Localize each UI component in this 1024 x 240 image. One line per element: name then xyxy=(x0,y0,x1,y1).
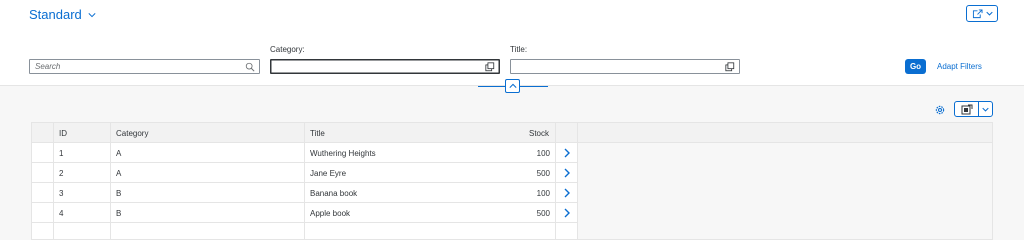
title-field[interactable] xyxy=(510,59,740,74)
cell-stock: 100 xyxy=(536,189,550,198)
cell-id: 2 xyxy=(59,169,64,178)
chevron-up-icon xyxy=(508,83,517,88)
search-icon[interactable] xyxy=(245,62,255,72)
column-header-stock[interactable]: Stock xyxy=(529,129,549,138)
chevron-down-icon xyxy=(985,11,993,16)
category-field[interactable] xyxy=(270,59,500,74)
search-field[interactable] xyxy=(29,59,260,74)
share-button[interactable] xyxy=(966,5,998,22)
chevron-down-icon xyxy=(982,107,989,112)
go-button[interactable]: Go xyxy=(905,59,926,74)
chevron-right-icon[interactable] xyxy=(563,188,571,198)
cell-title: Jane Eyre xyxy=(310,169,347,178)
data-table: ID Category Title Stock 1 A Wuthering He… xyxy=(31,122,993,240)
cell-category: B xyxy=(116,209,122,218)
cell-stock: 100 xyxy=(536,149,550,158)
variant-selector[interactable]: Standard xyxy=(29,7,96,22)
share-icon xyxy=(972,8,982,18)
chevron-right-icon[interactable] xyxy=(563,168,571,178)
cell-category: A xyxy=(116,169,122,178)
variant-title: Standard xyxy=(29,7,82,22)
table-header: ID Category Title Stock xyxy=(32,123,992,143)
chevron-down-icon xyxy=(88,12,96,17)
cell-id: 1 xyxy=(59,149,64,158)
export-main[interactable] xyxy=(955,102,979,116)
cell-category: B xyxy=(116,189,122,198)
cell-id: 3 xyxy=(59,189,64,198)
cell-title: Wuthering Heights xyxy=(310,149,376,158)
column-divider xyxy=(53,123,54,240)
column-divider xyxy=(110,123,111,240)
column-divider xyxy=(304,123,305,240)
export-icon xyxy=(961,104,972,114)
column-header-category[interactable]: Category xyxy=(116,129,148,138)
chevron-right-icon[interactable] xyxy=(563,148,571,158)
export-button[interactable] xyxy=(954,101,993,117)
title-input[interactable] xyxy=(511,62,739,71)
value-help-icon[interactable] xyxy=(485,62,495,72)
column-header-id[interactable]: ID xyxy=(59,129,67,138)
category-input[interactable] xyxy=(271,62,499,71)
cell-category: A xyxy=(116,149,122,158)
cell-stock: 500 xyxy=(536,209,550,218)
filter-bar-header: Standard Category: Title: Go Adapt Filte… xyxy=(0,0,1024,86)
collapse-header-button[interactable] xyxy=(505,79,520,93)
export-menu-toggle[interactable] xyxy=(979,102,992,116)
search-input[interactable] xyxy=(30,62,259,71)
chevron-right-icon[interactable] xyxy=(563,208,571,218)
category-label: Category: xyxy=(270,45,305,54)
cell-title: Banana book xyxy=(310,189,358,198)
column-header-title[interactable]: Title xyxy=(310,129,325,138)
cell-id: 4 xyxy=(59,209,64,218)
cell-title: Apple book xyxy=(310,209,351,218)
table-empty-area xyxy=(578,143,992,239)
title-label: Title: xyxy=(510,45,528,54)
column-divider xyxy=(555,123,556,240)
column-divider xyxy=(577,123,578,240)
adapt-filters-button[interactable]: Adapt Filters xyxy=(937,62,982,71)
cell-stock: 500 xyxy=(536,169,550,178)
value-help-icon[interactable] xyxy=(725,62,735,72)
gear-icon[interactable] xyxy=(934,104,946,116)
